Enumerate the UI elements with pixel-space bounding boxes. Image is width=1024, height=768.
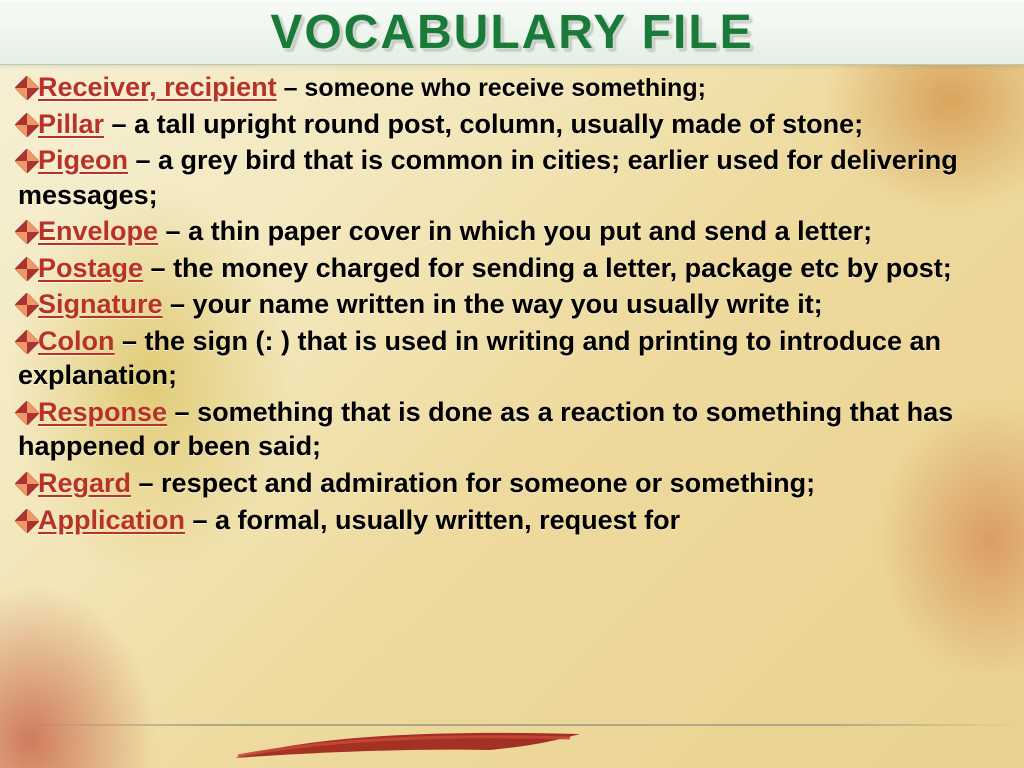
- vocab-entry: Pigeon – a grey bird that is common in c…: [18, 143, 1006, 212]
- diamond-bullet-icon: [14, 400, 39, 425]
- slide-title: VOCABULARY FILE: [270, 5, 753, 60]
- vocab-definition: – a formal, usually written, request for: [185, 505, 680, 535]
- vocab-entry: Application – a formal, usually written,…: [18, 503, 1006, 538]
- diamond-bullet-icon: [14, 508, 39, 533]
- vocab-definition: – your name written in the way you usual…: [163, 289, 823, 319]
- vocab-entry: Colon – the sign (: ) that is used in wr…: [18, 324, 1006, 393]
- vocab-term: Pillar: [38, 109, 104, 139]
- diamond-bullet-icon: [14, 471, 39, 496]
- diamond-bullet-icon: [14, 329, 39, 354]
- vocab-entry: Pillar – a tall upright round post, colu…: [18, 107, 1006, 142]
- diamond-bullet-icon: [14, 256, 39, 281]
- vocab-entry: Response – something that is done as a r…: [18, 395, 1006, 464]
- diamond-bullet-icon: [14, 112, 39, 137]
- vocab-term: Response: [38, 397, 167, 427]
- vocab-entry: Postage – the money charged for sending …: [18, 251, 1006, 286]
- vocab-definition: – the money charged for sending a letter…: [143, 253, 952, 283]
- vocab-term: Regard: [38, 468, 131, 498]
- diamond-bullet-icon: [14, 293, 39, 318]
- slide: VOCABULARY FILE Receiver, recipient – so…: [0, 0, 1024, 768]
- title-bar: VOCABULARY FILE: [0, 0, 1024, 65]
- vocab-definition: – a grey bird that is common in cities; …: [18, 145, 958, 210]
- vocab-entry: Regard – respect and admiration for some…: [18, 466, 1006, 501]
- vocab-definition: – a thin paper cover in which you put an…: [158, 216, 872, 246]
- diamond-bullet-icon: [14, 148, 39, 173]
- vocab-definition: – someone who receive something;: [277, 74, 706, 102]
- vocab-term: Pigeon: [38, 145, 128, 175]
- vocab-entry: Receiver, recipient – someone who receiv…: [18, 70, 1006, 105]
- vocab-term: Colon: [38, 326, 114, 356]
- vocab-term: Postage: [38, 253, 143, 283]
- vocab-term: Receiver, recipient: [38, 72, 277, 102]
- diamond-bullet-icon: [14, 219, 39, 244]
- vocabulary-body: Receiver, recipient – someone who receiv…: [18, 70, 1006, 768]
- divider-line: [0, 724, 1024, 726]
- diamond-bullet-icon: [14, 75, 39, 100]
- vocab-definition: – respect and admiration for someone or …: [131, 468, 815, 498]
- vocab-entry: Signature – your name written in the way…: [18, 287, 1006, 322]
- vocab-term: Envelope: [38, 216, 158, 246]
- vocab-term: Application: [38, 505, 185, 535]
- vocab-term: Signature: [38, 289, 163, 319]
- vocab-definition: – a tall upright round post, column, usu…: [104, 109, 863, 139]
- vocab-definition: – the sign (: ) that is used in writing …: [18, 326, 941, 391]
- vocab-entry: Envelope – a thin paper cover in which y…: [18, 214, 1006, 249]
